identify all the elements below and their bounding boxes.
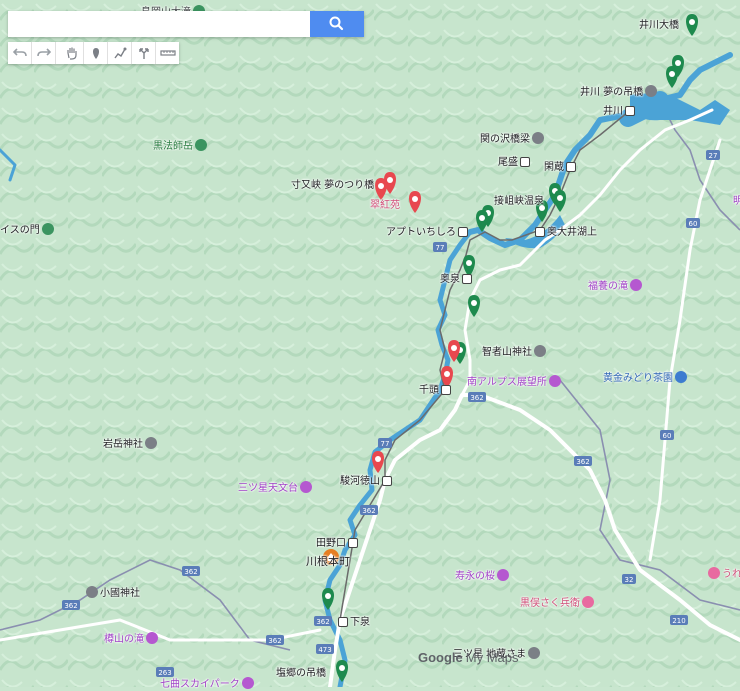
- pan-hand-icon: [66, 47, 77, 60]
- map-toolbar: [8, 42, 179, 64]
- landmark-icon: [645, 85, 658, 97]
- place-label: 翠紅苑: [370, 200, 400, 211]
- add-marker-button[interactable]: [84, 42, 108, 64]
- shop-icon: [708, 567, 720, 579]
- shrine-icon: [86, 586, 98, 598]
- landmark-icon: [532, 132, 544, 144]
- park-icon: [41, 223, 54, 235]
- station-icon: [458, 227, 468, 237]
- place-label: 寸又峡 夢のつり橋: [291, 180, 375, 191]
- place-label: 黒俣さく兵衛: [520, 596, 596, 610]
- station-icon: [625, 106, 635, 116]
- place-label: 田野口: [316, 538, 360, 550]
- place-label: 寿永の桜: [455, 569, 511, 583]
- attraction-icon: [300, 481, 312, 493]
- station-icon: [382, 476, 392, 486]
- attraction-icon: [548, 375, 561, 387]
- add-marker-icon: [92, 48, 99, 59]
- shop-icon: [675, 371, 687, 383]
- pan-button[interactable]: [60, 42, 84, 64]
- directions-button[interactable]: [132, 42, 156, 64]
- svg-text:77: 77: [436, 244, 445, 252]
- map-attribution: Google My Maps: [418, 650, 519, 665]
- station-icon: [462, 274, 472, 284]
- svg-text:362: 362: [470, 394, 483, 402]
- shrine-icon: [145, 437, 157, 449]
- place-label: 千頭: [419, 385, 453, 397]
- measure-button[interactable]: [156, 42, 179, 64]
- restaurant-icon: [582, 596, 594, 608]
- search-bar: [8, 11, 364, 37]
- place-label: 智者山神社: [482, 345, 548, 359]
- map-canvas[interactable]: 27 60 60 77 77 362 362 362 362 362 362 3…: [0, 0, 740, 687]
- place-label: 福養の滝: [588, 279, 644, 293]
- place-label: うれ Shi: [706, 567, 740, 581]
- shrine-icon: [528, 647, 541, 659]
- measure-ruler-icon: [159, 50, 176, 56]
- place-label: 明: [733, 196, 740, 207]
- station-icon: [566, 162, 576, 172]
- svg-text:362: 362: [64, 602, 77, 610]
- place-label: 井川: [603, 106, 637, 118]
- place-label: イスの門: [0, 223, 56, 237]
- draw-line-button[interactable]: [108, 42, 132, 64]
- place-label: 小國神社: [84, 586, 140, 600]
- search-input[interactable]: [8, 11, 308, 37]
- draw-line-icon: [113, 47, 126, 59]
- svg-text:362: 362: [576, 458, 589, 466]
- mountain-icon: [195, 139, 207, 151]
- svg-text:362: 362: [268, 637, 281, 645]
- attraction-icon: [146, 632, 158, 644]
- station-icon: [338, 617, 348, 627]
- redo-icon: [36, 48, 51, 57]
- search-icon: [329, 16, 344, 31]
- attraction-icon: [497, 569, 509, 581]
- redo-button[interactable]: [32, 42, 56, 64]
- svg-text:210: 210: [672, 617, 685, 625]
- place-label: 尾盛: [498, 157, 532, 169]
- svg-text:473: 473: [318, 646, 331, 654]
- station-icon: [441, 385, 451, 395]
- place-label: 塩郷の吊橋: [276, 668, 326, 679]
- svg-text:77: 77: [381, 440, 390, 448]
- place-label: 駿河徳山: [340, 476, 394, 488]
- place-label: 下泉: [336, 617, 370, 629]
- place-label: 閑蔵: [544, 162, 578, 174]
- station-icon: [535, 227, 545, 237]
- svg-text:32: 32: [625, 576, 634, 584]
- place-label: 黒法師岳: [153, 139, 209, 153]
- station-icon: [348, 538, 358, 548]
- svg-text:362: 362: [316, 618, 329, 626]
- directions-icon: [138, 48, 149, 59]
- search-button[interactable]: [310, 11, 364, 37]
- place-label: 奥大井湖上: [533, 227, 597, 239]
- attraction-icon: [630, 279, 642, 291]
- svg-text:60: 60: [689, 220, 698, 228]
- place-label: 七曲スカイパーク: [160, 677, 256, 691]
- undo-icon: [12, 48, 27, 57]
- mymaps-label: My Maps: [465, 650, 519, 665]
- undo-button[interactable]: [8, 42, 32, 64]
- place-label: 南アルプス展望所: [467, 375, 563, 389]
- svg-text:362: 362: [184, 568, 197, 576]
- place-label: 岩岳神社: [103, 437, 159, 451]
- place-label: 樽山の滝: [104, 632, 160, 646]
- place-label: 川根本町: [306, 555, 350, 568]
- station-icon: [520, 157, 530, 167]
- route-label: 27: [709, 152, 718, 160]
- google-logo: Google: [418, 650, 463, 665]
- place-label: 黄金みどり茶園: [603, 371, 689, 385]
- place-label: 井川 夢の吊橋: [580, 85, 659, 99]
- svg-text:362: 362: [362, 507, 375, 515]
- attraction-icon: [241, 677, 254, 689]
- place-label: 井川大橋: [639, 20, 679, 31]
- place-label: アプトいちしろ: [386, 227, 470, 239]
- place-label: 関の沢橋梁: [480, 132, 546, 146]
- svg-text:60: 60: [663, 432, 672, 440]
- place-label: 三ツ星天文台: [238, 481, 314, 495]
- place-label: 接岨峡温泉: [494, 196, 544, 207]
- shrine-icon: [534, 345, 546, 357]
- svg-text:263: 263: [158, 669, 171, 677]
- place-label: 奥泉: [440, 274, 474, 286]
